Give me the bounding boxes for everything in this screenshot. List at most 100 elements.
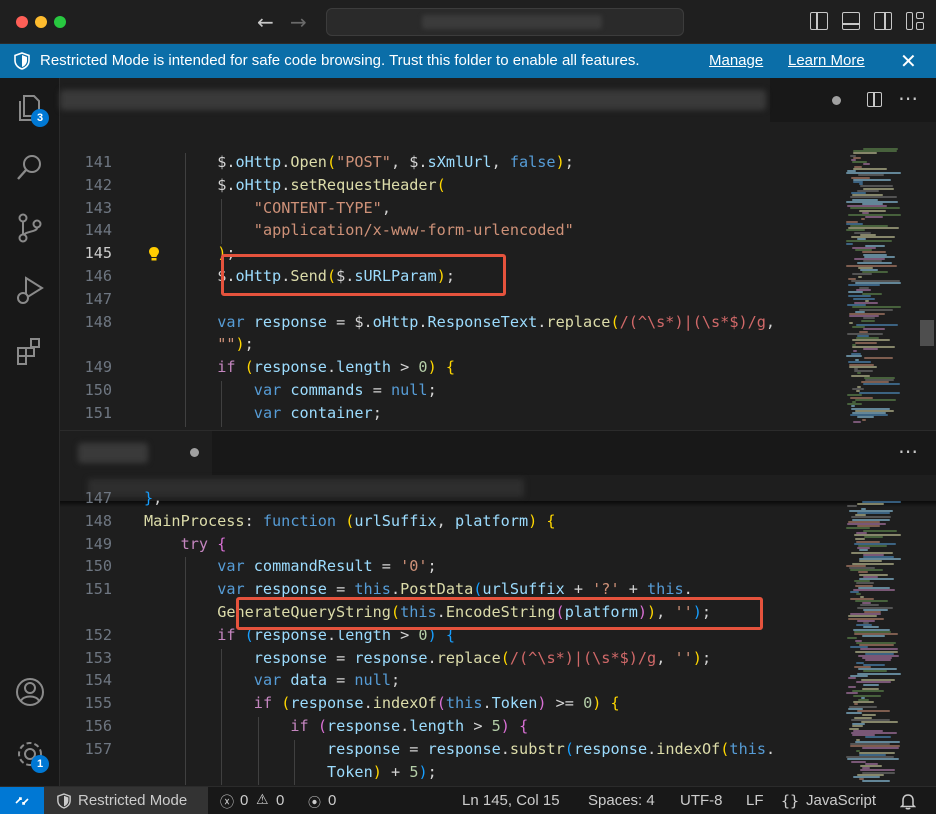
line-number: 147	[84, 289, 112, 308]
code-line[interactable]: 147},	[60, 489, 840, 511]
tab-bar-top: ⋯	[60, 78, 936, 122]
error-count[interactable]: 0	[240, 792, 248, 809]
line-number: 151	[84, 403, 112, 422]
code-text: MainProcess: function (urlSuffix, platfo…	[144, 511, 556, 530]
code-line[interactable]: 142 $.oHttp.setRequestHeader(	[60, 175, 840, 199]
run-debug-icon[interactable]	[14, 274, 46, 306]
tab-bar-bottom: ⋯	[60, 431, 936, 475]
activity-bar: 3 1	[0, 78, 60, 786]
extensions-icon[interactable]	[14, 336, 46, 368]
line-number: 147	[84, 489, 112, 507]
code-line[interactable]: "");	[60, 335, 840, 359]
code-text: $.oHttp.setRequestHeader(	[217, 175, 446, 194]
code-text: response = response.substr(response.inde…	[327, 739, 776, 758]
code-text: "CONTENT-TYPE",	[253, 198, 391, 217]
line-number: 150	[84, 557, 112, 576]
learn-more-link[interactable]: Learn More	[788, 52, 865, 69]
code-text: var data = null;	[253, 671, 401, 690]
ports-count[interactable]: 0	[328, 792, 336, 809]
command-center[interactable]	[326, 8, 684, 36]
code-line[interactable]: 148 var response = $.oHttp.ResponseText.r…	[60, 312, 840, 336]
end-of-line[interactable]: LF	[746, 792, 764, 809]
code-text: var commands = null;	[253, 381, 437, 399]
go-back-icon[interactable]: ←	[257, 10, 274, 34]
unsaved-dot-icon	[832, 96, 841, 105]
minimap-bottom[interactable]	[842, 501, 914, 786]
split-editor-icon[interactable]	[867, 92, 882, 107]
shield-icon	[14, 52, 30, 70]
code-text: "");	[217, 335, 254, 354]
cursor-position[interactable]: Ln 145, Col 15	[462, 792, 560, 809]
code-text: if (response.indexOf(this.Token) >= 0) {	[253, 694, 620, 713]
code-line[interactable]: 149 if (response.length > 0) {	[60, 358, 840, 381]
code-text: if (response.length > 0) {	[217, 358, 456, 377]
code-line[interactable]: Token) + 5);	[60, 762, 840, 786]
braces-icon: {}	[781, 792, 800, 810]
explorer-badge: 3	[31, 109, 49, 127]
code-text: if (response.length > 5) {	[290, 717, 529, 735]
notifications-bell-icon[interactable]	[900, 793, 916, 810]
code-line[interactable]: 157 response = response.substr(response.i…	[60, 739, 840, 763]
customize-layout-icon[interactable]	[906, 12, 924, 30]
encoding[interactable]: UTF-8	[680, 792, 723, 809]
line-number: 145	[84, 244, 112, 263]
code-line[interactable]: 155 if (response.indexOf(this.Token) >= 0…	[60, 694, 840, 717]
line-number: 148	[84, 511, 112, 530]
remote-indicator[interactable]	[0, 787, 44, 814]
highlight-query-string	[236, 597, 763, 630]
code-line[interactable]: 150 var commandResult = '0';	[60, 557, 840, 581]
toggle-primary-sidebar-icon[interactable]	[810, 12, 828, 30]
status-bar: Restricted Mode ⓧ 0 ⚠ 0 ⦿ 0 Ln 145, Col …	[0, 786, 936, 814]
go-forward-icon[interactable]: →	[290, 10, 307, 34]
toggle-secondary-sidebar-icon[interactable]	[874, 12, 892, 30]
banner-message: Restricted Mode is intended for safe cod…	[40, 52, 640, 69]
maximize-window-button[interactable]	[54, 16, 66, 28]
line-number: 152	[84, 625, 112, 644]
line-number: 141	[84, 153, 112, 171]
accounts-icon[interactable]	[14, 676, 46, 708]
code-line[interactable]: 148 MainProcess: function (urlSuffix, pla…	[60, 512, 840, 534]
more-actions-icon[interactable]: ⋯	[898, 439, 918, 463]
code-line[interactable]: 150 var commands = null;	[60, 381, 840, 404]
code-line[interactable]: 141 $.oHttp.Open("POST", $.sXmlUrl, false…	[60, 153, 840, 176]
code-line[interactable]: 149 try {	[60, 535, 840, 557]
line-number: 148	[84, 312, 112, 331]
line-number: 153	[84, 648, 112, 667]
line-number: 149	[84, 358, 112, 377]
scrollbar-top[interactable]	[920, 320, 934, 346]
search-icon[interactable]	[14, 152, 46, 184]
code-line[interactable]: 143 "CONTENT-TYPE",	[60, 198, 840, 222]
highlight-send-call	[221, 254, 506, 296]
ports-icon: ⦿	[308, 796, 322, 811]
indentation[interactable]: Spaces: 4	[588, 792, 655, 809]
source-control-icon[interactable]	[14, 212, 46, 244]
code-text: var container;	[253, 403, 382, 422]
code-text: },	[144, 489, 163, 507]
code-line[interactable]: 153 response = response.replace(/(^\s*)|(…	[60, 648, 840, 672]
warning-count[interactable]: 0	[276, 792, 284, 809]
code-line[interactable]: 154 var data = null;	[60, 671, 840, 695]
code-line[interactable]: 151 var container;	[60, 403, 840, 427]
line-number: 155	[84, 694, 112, 713]
language-mode[interactable]: JavaScript	[806, 792, 876, 809]
line-number: 156	[84, 717, 112, 735]
code-text: "application/x-www-form-urlencoded"	[253, 221, 574, 240]
editor-tab-top[interactable]	[60, 78, 770, 122]
line-number: 142	[84, 175, 112, 194]
restricted-mode-status[interactable]: Restricted Mode	[44, 787, 208, 814]
close-banner-icon[interactable]: ✕	[900, 49, 917, 73]
lightbulb-icon[interactable]	[148, 246, 160, 262]
code-line[interactable]: 156 if (response.length > 5) {	[60, 717, 840, 740]
title-bar: ← →	[0, 0, 936, 44]
manage-link[interactable]: Manage	[709, 52, 763, 69]
minimap-top[interactable]	[842, 148, 914, 430]
minimize-window-button[interactable]	[35, 16, 47, 28]
code-line[interactable]: 144 "application/x-www-form-urlencoded"	[60, 221, 840, 245]
toggle-panel-icon[interactable]	[842, 12, 860, 30]
more-actions-icon[interactable]: ⋯	[898, 86, 918, 110]
close-window-button[interactable]	[16, 16, 28, 28]
code-area-bottom[interactable]: 147}, 148 MainProcess: function (urlSuffix…	[60, 489, 840, 787]
settings-badge: 1	[31, 755, 49, 773]
warning-icon: ⚠	[256, 792, 269, 808]
line-number: 150	[84, 381, 112, 399]
